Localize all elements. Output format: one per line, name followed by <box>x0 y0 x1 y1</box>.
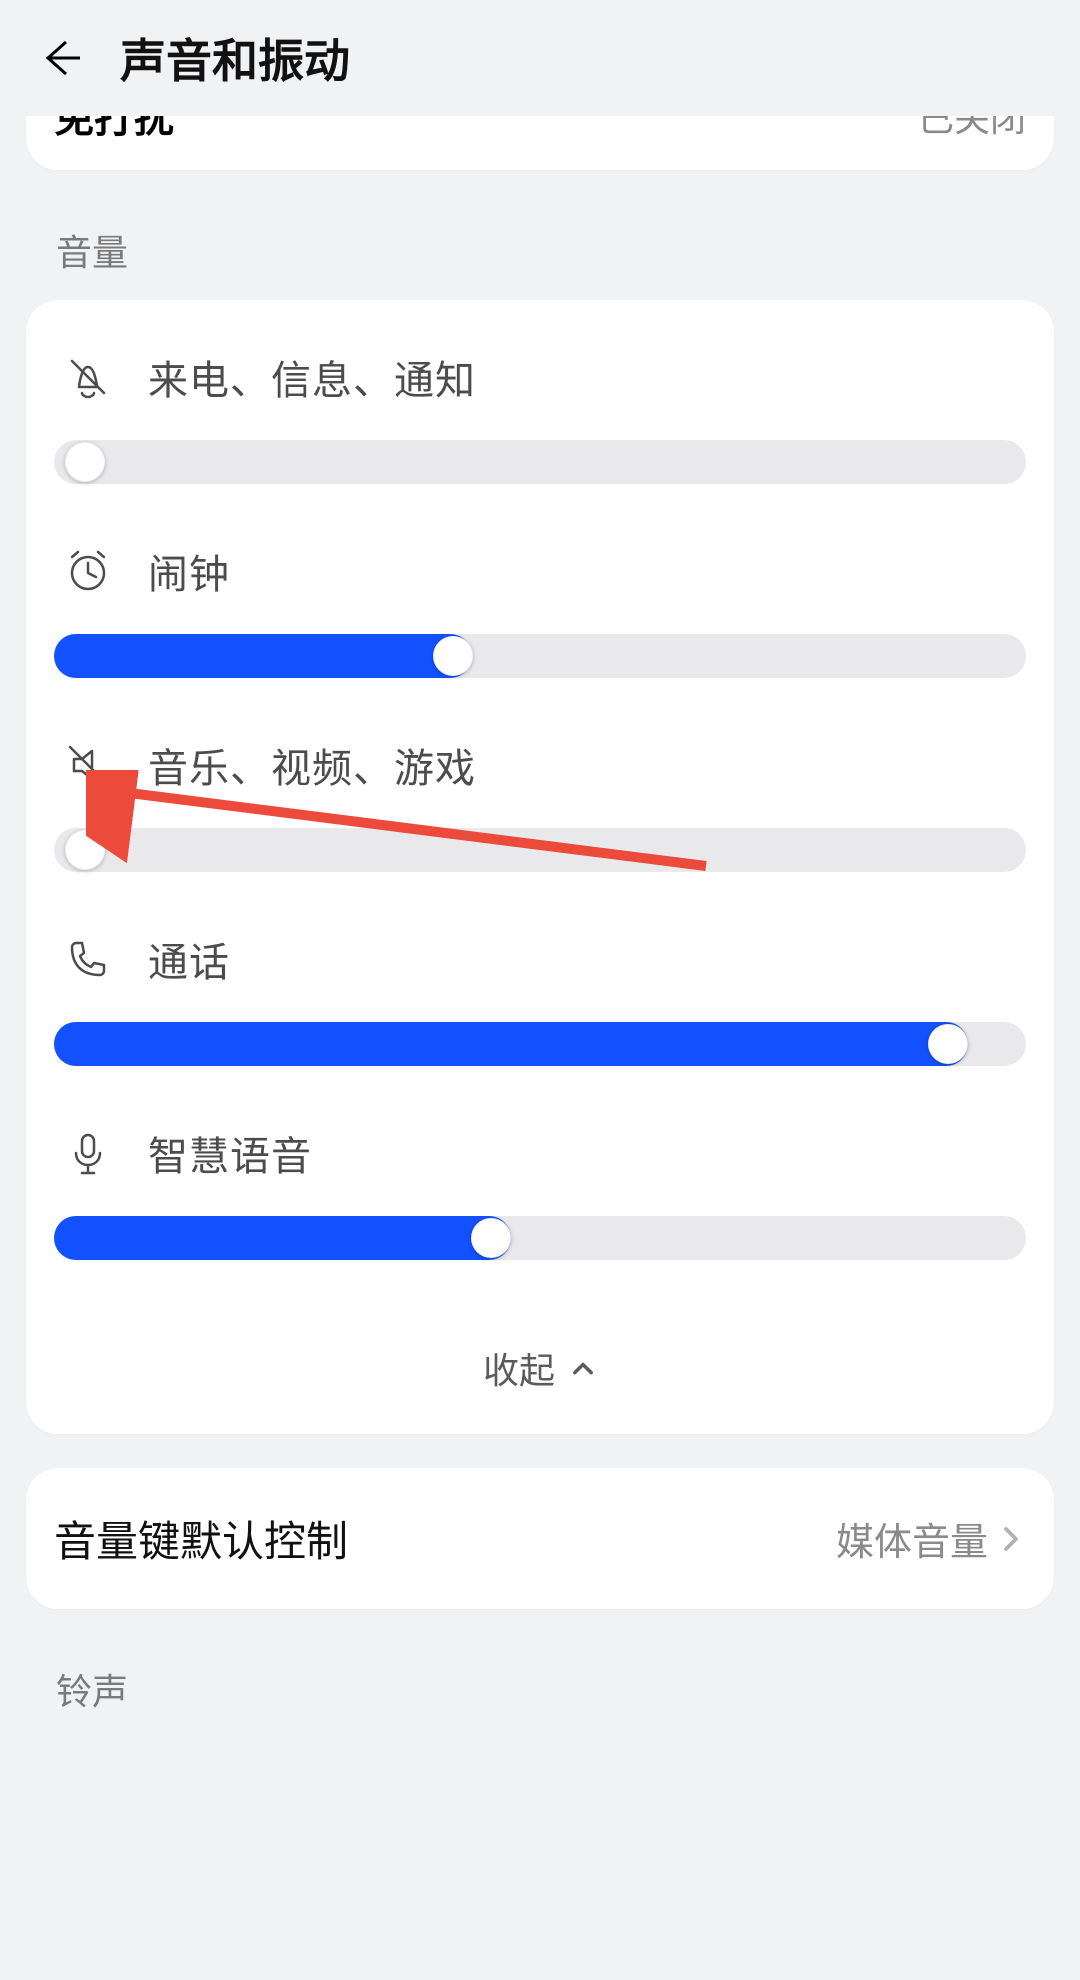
volume-header-voice: 智慧语音 <box>54 1124 1026 1182</box>
volume-key-control-row[interactable]: 音量键默认控制 媒体音量 <box>26 1468 1054 1609</box>
volume-header-ring: 来电、信息、通知 <box>54 348 1026 406</box>
dnd-value: 已关闭 <box>918 116 1026 142</box>
page-title: 声音和振动 <box>120 25 350 91</box>
volume-header-call: 通话 <box>54 930 1026 988</box>
volume-group-ring: 来电、信息、通知 <box>54 348 1026 484</box>
volume-key-control-title: 音量键默认控制 <box>54 1508 348 1569</box>
microphone-icon <box>60 1125 116 1181</box>
app-header: 声音和振动 <box>0 0 1080 116</box>
slider-media[interactable] <box>54 828 1026 872</box>
alarm-clock-icon <box>60 543 116 599</box>
volume-label-media: 音乐、视频、游戏 <box>148 736 476 794</box>
volume-header-alarm: 闹钟 <box>54 542 1026 600</box>
dnd-row-partial[interactable]: 免打扰 已关闭 <box>26 116 1054 170</box>
collapse-button[interactable]: 收起 <box>54 1318 1026 1414</box>
speaker-mute-icon <box>60 737 116 793</box>
volume-group-voice: 智慧语音 <box>54 1124 1026 1260</box>
phone-icon <box>60 931 116 987</box>
volume-label-ring: 来电、信息、通知 <box>148 348 476 406</box>
volume-label-voice: 智慧语音 <box>148 1124 312 1182</box>
slider-alarm[interactable] <box>54 634 1026 678</box>
section-label-volume: 音量 <box>0 170 1080 300</box>
slider-call[interactable] <box>54 1022 1026 1066</box>
volume-key-control-value: 媒体音量 <box>836 1511 988 1566</box>
volume-label-call: 通话 <box>148 930 230 988</box>
dnd-label: 免打扰 <box>54 116 174 144</box>
slider-thumb[interactable] <box>65 442 105 482</box>
chevron-right-icon <box>996 1524 1026 1554</box>
section-label-ringtone: 铃声 <box>0 1609 1080 1739</box>
volume-group-call: 通话 <box>54 930 1026 1066</box>
slider-ring[interactable] <box>54 440 1026 484</box>
volume-card: 来电、信息、通知 闹钟 音乐、视频、游戏 <box>26 300 1054 1434</box>
volume-header-media: 音乐、视频、游戏 <box>54 736 1026 794</box>
slider-thumb[interactable] <box>928 1024 968 1064</box>
back-button[interactable] <box>28 26 92 90</box>
slider-thumb[interactable] <box>433 636 473 676</box>
collapse-label: 收起 <box>483 1342 555 1394</box>
volume-label-alarm: 闹钟 <box>148 542 230 600</box>
bell-off-icon <box>60 349 116 405</box>
slider-voice[interactable] <box>54 1216 1026 1260</box>
slider-thumb[interactable] <box>65 830 105 870</box>
slider-thumb[interactable] <box>471 1218 511 1258</box>
volume-group-media: 音乐、视频、游戏 <box>54 736 1026 872</box>
volume-group-alarm: 闹钟 <box>54 542 1026 678</box>
back-arrow-icon <box>36 34 84 82</box>
row-right: 媒体音量 <box>836 1511 1026 1566</box>
chevron-up-icon <box>569 1354 597 1382</box>
